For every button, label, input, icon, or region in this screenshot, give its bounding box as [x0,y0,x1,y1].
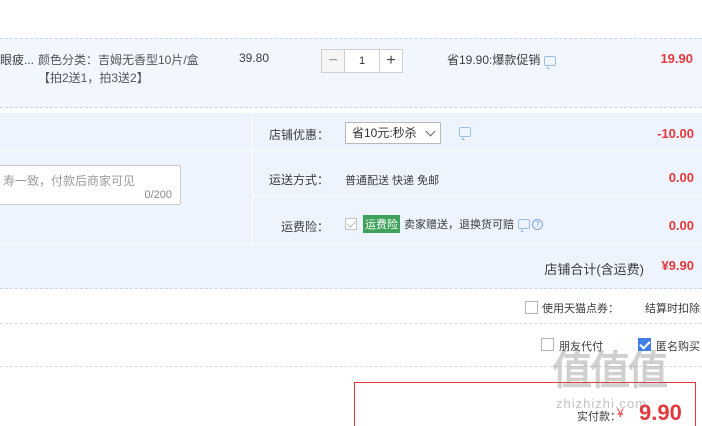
coupon-amount: -10.00 [657,126,694,141]
anonymous-label[interactable]: 匿名购买 [656,338,700,354]
insurance-checkbox [345,218,357,230]
insurance-desc: 卖家赠送，退换货可赔 [404,219,514,231]
order-item-row: 眼疲... 颜色分类：吉姆无香型10片/盒 【拍2送1，拍3送2】 39.80 … [0,38,702,108]
friend-pay-checkbox[interactable] [541,338,554,351]
coupon-selected-value: 省10元:秒杀 [352,126,417,140]
points-row: 使用天猫点券： 结算时扣除 [0,290,702,324]
buyer-message-counter: 0/200 [144,189,172,201]
shipping-amount: 0.00 [668,170,694,185]
buyer-message-header [0,113,252,151]
quantity-increase-button[interactable]: + [379,49,403,73]
points-desc: 结算时扣除 [645,303,700,315]
shop-total-row: 店铺合计(含运费) ¥9.90 [0,244,702,289]
item-promo-text: 【拍2送1，拍3送2】 [38,71,149,85]
item-total-price: 19.90 [660,51,693,66]
item-sku: 颜色分类：吉姆无香型10片/盒 【拍2送1，拍3送2】 [38,51,199,87]
buyer-message-input[interactable]: 寿一致，付款后商家可见 0/200 [0,165,181,205]
payment-currency: ¥ [617,406,624,420]
shop-total-label: 店铺合计(含运费) [544,262,644,277]
item-unit-price: 39.80 [239,51,270,65]
buyer-message-placeholder: 寿一致，付款后商家可见 [3,174,136,188]
quantity-stepper: − 1 + [321,49,403,73]
help-icon[interactable]: ? [532,218,543,230]
item-saving: 省19.90:爆款促销 [447,51,557,69]
insurance-tag: 运费险 [363,215,400,233]
payment-label: 实付款： [577,411,621,423]
shipping-label: 运送方式： [268,173,329,187]
options-row: 朋友代付 匿名购买 [0,325,702,367]
anonymous-checkbox[interactable] [638,338,651,351]
insurance-label: 运费险： [280,220,329,234]
insurance-amount: 0.00 [668,218,694,233]
quantity-decrease-button[interactable]: − [321,49,345,73]
shipping-method: 普通配送 快递 免邮 [345,175,440,187]
coupon-row: 店铺优惠： 省10元:秒杀 -10.00 [253,113,702,151]
chevron-down-icon [425,126,436,137]
points-checkbox[interactable] [525,301,538,314]
item-sku-text: 颜色分类：吉姆无香型10片/盒 [38,53,199,67]
points-label: 使用天猫点券： [542,303,619,315]
item-saving-text: 省19.90:爆款促销 [447,53,541,67]
payment-box: 实付款： ¥ 9.90 [354,382,696,426]
coupon-label: 店铺优惠： [268,128,329,142]
chat-icon[interactable] [518,219,530,232]
shop-total-value: ¥9.90 [661,258,694,273]
item-title[interactable]: 眼疲... [0,51,34,68]
insurance-detail: 运费险 卖家赠送，退换货可赔 ? [345,215,543,233]
friend-pay-label[interactable]: 朋友代付 [559,338,603,354]
payment-value: 9.90 [639,400,682,425]
coupon-select[interactable]: 省10元:秒杀 [345,122,441,144]
quantity-input[interactable]: 1 [345,49,379,73]
chat-icon[interactable] [544,55,557,69]
chat-icon[interactable] [459,127,471,140]
shipping-row: 运送方式： 0.00 [253,151,702,197]
